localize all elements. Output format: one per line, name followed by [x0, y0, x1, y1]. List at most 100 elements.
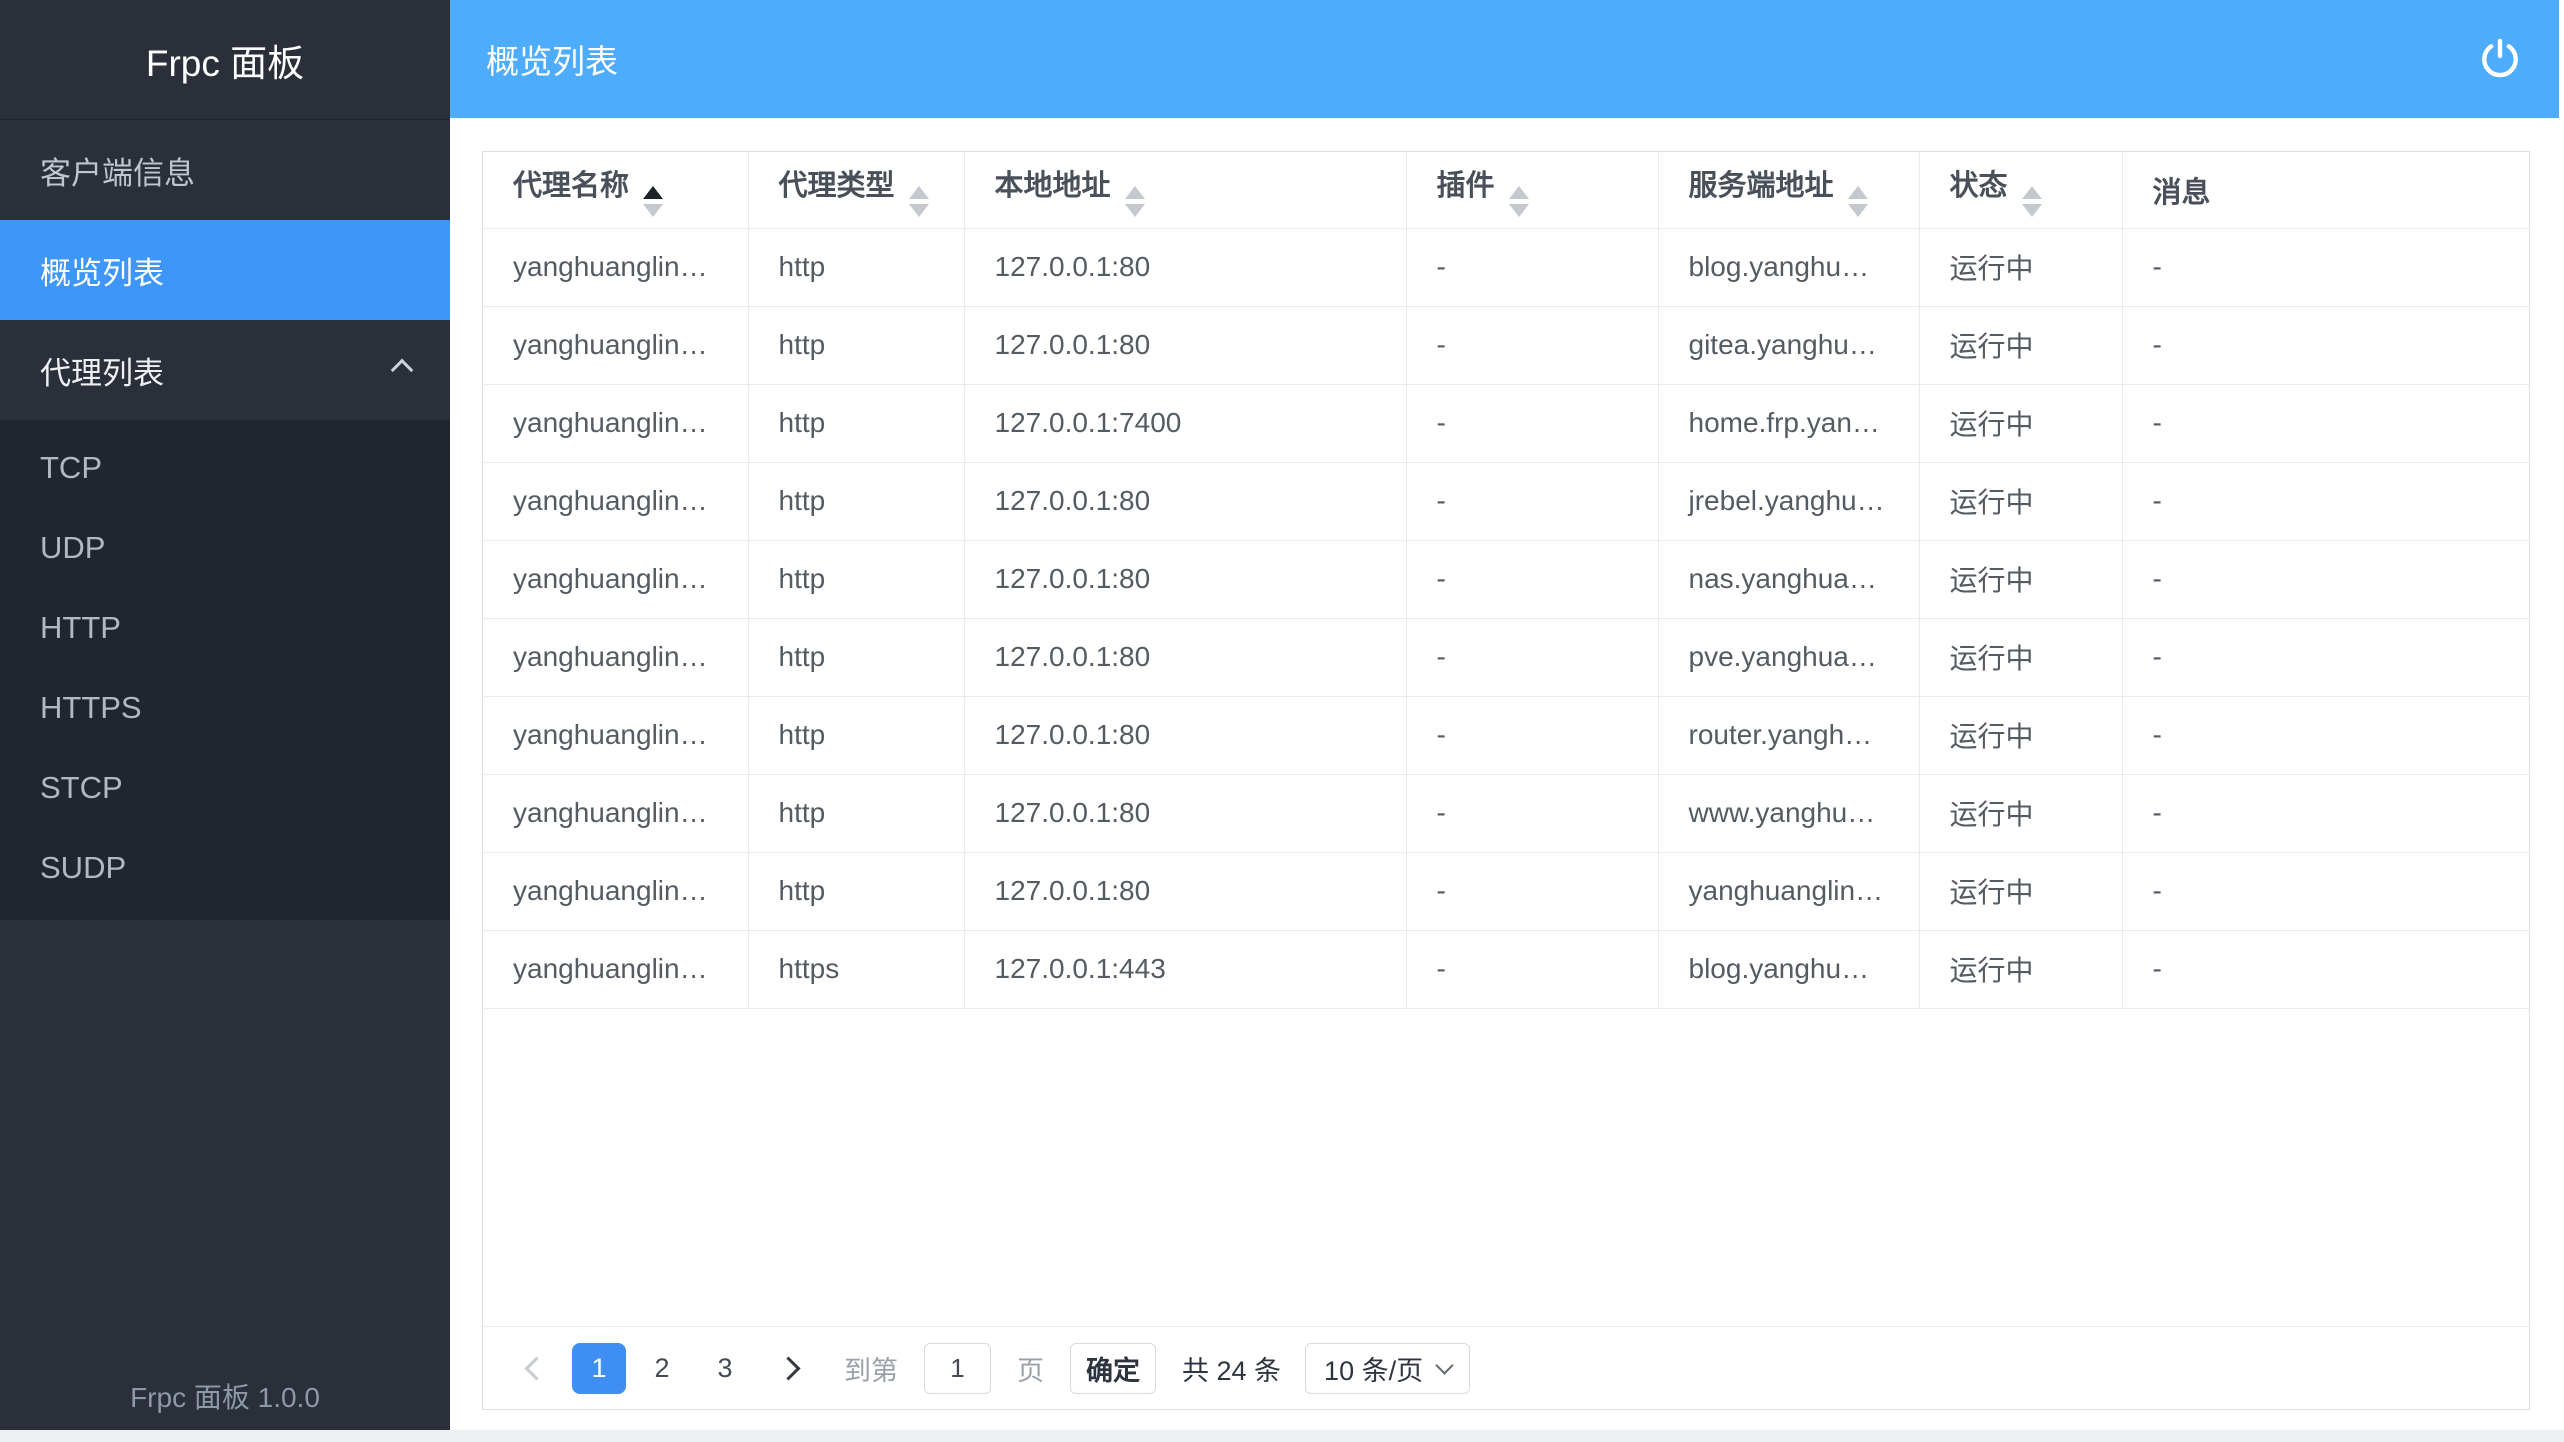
cell-proxy-type: https — [748, 930, 964, 1008]
cell-proxy-type: http — [748, 852, 964, 930]
prev-page-button[interactable] — [509, 1343, 563, 1394]
page-size-select[interactable]: 10 条/页 — [1305, 1343, 1470, 1394]
cell-local-address: 127.0.0.1:80 — [964, 618, 1406, 696]
sort-carets — [1848, 186, 1868, 217]
cell-server-address: www.yanghu… — [1658, 774, 1919, 852]
cell-local-address: 127.0.0.1:443 — [964, 930, 1406, 1008]
table-row: yanghuanglin…http127.0.0.1:80-blog.yangh… — [483, 228, 2529, 306]
cell-proxy-name: yanghuanglin… — [483, 462, 748, 540]
column-header-label: 代理名称 — [513, 170, 629, 202]
sort-caret-down-icon[interactable] — [1125, 204, 1145, 217]
cell-proxy-name: yanghuanglin… — [483, 228, 748, 306]
cell-proxy-name: yanghuanglin… — [483, 540, 748, 618]
sort-caret-down-icon[interactable] — [1509, 204, 1529, 217]
chevron-up-icon — [391, 359, 414, 382]
sort-caret-up-icon[interactable] — [909, 186, 929, 199]
page-button-1[interactable]: 1 — [572, 1343, 626, 1394]
cell-local-address: 127.0.0.1:80 — [964, 774, 1406, 852]
cell-server-address: jrebel.yanghu… — [1658, 462, 1919, 540]
cell-status: 运行中 — [1919, 618, 2122, 696]
sidebar-subitem-http[interactable]: HTTP — [0, 588, 450, 668]
column-header-label: 代理类型 — [779, 170, 895, 202]
cell-proxy-name: yanghuanglin… — [483, 306, 748, 384]
cell-plugin: - — [1406, 618, 1658, 696]
cell-local-address: 127.0.0.1:80 — [964, 852, 1406, 930]
power-icon[interactable] — [2477, 36, 2523, 82]
cell-message: - — [2122, 306, 2529, 384]
sort-carets — [909, 186, 929, 217]
cell-plugin: - — [1406, 384, 1658, 462]
cell-message: - — [2122, 696, 2529, 774]
goto-page-input[interactable] — [924, 1343, 991, 1394]
cell-plugin: - — [1406, 696, 1658, 774]
table-header-row: 代理名称代理类型本地地址插件服务端地址状态消息 — [483, 152, 2529, 228]
table-row: yanghuanglin…http127.0.0.1:80-yanghuangl… — [483, 852, 2529, 930]
sidebar-subitem-udp[interactable]: UDP — [0, 508, 450, 588]
sort-caret-down-icon[interactable] — [1848, 204, 1868, 217]
sidebar-subitem-stcp[interactable]: STCP — [0, 748, 450, 828]
sidebar-subitem-sudp[interactable]: SUDP — [0, 828, 450, 908]
page-number-list: 123 — [572, 1343, 761, 1394]
column-header-status[interactable]: 状态 — [1919, 152, 2122, 228]
cell-message: - — [2122, 540, 2529, 618]
page-button-3[interactable]: 3 — [698, 1343, 752, 1394]
topbar: 概览列表 — [450, 0, 2559, 118]
cell-proxy-type: http — [748, 696, 964, 774]
sidebar-subitem-https[interactable]: HTTPS — [0, 668, 450, 748]
page-size-value: 10 条/页 — [1324, 1349, 1423, 1388]
table-row: yanghuanglin…http127.0.0.1:80-jrebel.yan… — [483, 462, 2529, 540]
cell-server-address: pve.yanghua… — [1658, 618, 1919, 696]
cell-local-address: 127.0.0.1:80 — [964, 462, 1406, 540]
sort-caret-down-icon[interactable] — [643, 204, 663, 217]
page-button-2[interactable]: 2 — [635, 1343, 689, 1394]
table-row: yanghuanglin…http127.0.0.1:80-pve.yanghu… — [483, 618, 2529, 696]
cell-local-address: 127.0.0.1:7400 — [964, 384, 1406, 462]
horizontal-scrollbar-track[interactable] — [0, 1430, 2564, 1442]
cell-proxy-type: http — [748, 540, 964, 618]
cell-proxy-name: yanghuanglin… — [483, 930, 748, 1008]
pagination: 123 到第 页 确定 共 24 条 10 条/页 — [483, 1326, 2529, 1409]
goto-page-unit: 页 — [1017, 1349, 1044, 1388]
cell-message: - — [2122, 228, 2529, 306]
column-header-label: 插件 — [1437, 170, 1495, 202]
cell-local-address: 127.0.0.1:80 — [964, 696, 1406, 774]
goto-page-label: 到第 — [844, 1349, 898, 1388]
table-row: yanghuanglin…http127.0.0.1:80-gitea.yang… — [483, 306, 2529, 384]
confirm-button[interactable]: 确定 — [1070, 1343, 1156, 1394]
sidebar: Frpc 面板 客户端信息 概览列表 代理列表 TCPUDPHTTPHTTPSS… — [0, 0, 450, 1430]
cell-status: 运行中 — [1919, 930, 2122, 1008]
cell-message: - — [2122, 384, 2529, 462]
column-header-plugin[interactable]: 插件 — [1406, 152, 1658, 228]
column-header-proxy-name[interactable]: 代理名称 — [483, 152, 748, 228]
cell-status: 运行中 — [1919, 696, 2122, 774]
sidebar-item-overview[interactable]: 概览列表 — [0, 220, 450, 320]
cell-status: 运行中 — [1919, 462, 2122, 540]
cell-server-address: yanghuanglin… — [1658, 852, 1919, 930]
cell-plugin: - — [1406, 774, 1658, 852]
column-header-proxy-type[interactable]: 代理类型 — [748, 152, 964, 228]
total-count: 共 24 条 — [1182, 1349, 1281, 1388]
cell-message: - — [2122, 930, 2529, 1008]
chevron-left-icon — [524, 1356, 548, 1380]
app-version: Frpc 面板 1.0.0 — [0, 1376, 450, 1416]
cell-local-address: 127.0.0.1:80 — [964, 306, 1406, 384]
sort-caret-up-icon[interactable] — [2022, 186, 2042, 199]
sidebar-subitem-tcp[interactable]: TCP — [0, 428, 450, 508]
column-header-local-address[interactable]: 本地地址 — [964, 152, 1406, 228]
sort-caret-down-icon[interactable] — [909, 204, 929, 217]
sort-caret-up-icon[interactable] — [643, 186, 663, 199]
sort-carets — [2022, 186, 2042, 217]
cell-plugin: - — [1406, 930, 1658, 1008]
sidebar-item-proxy-list[interactable]: 代理列表 — [0, 320, 450, 420]
next-page-button[interactable] — [761, 1343, 815, 1394]
cell-message: - — [2122, 774, 2529, 852]
cell-proxy-type: http — [748, 306, 964, 384]
column-header-server-address[interactable]: 服务端地址 — [1658, 152, 1919, 228]
sort-caret-up-icon[interactable] — [1125, 186, 1145, 199]
sidebar-item-client-info[interactable]: 客户端信息 — [0, 120, 450, 220]
cell-status: 运行中 — [1919, 306, 2122, 384]
sort-caret-down-icon[interactable] — [2022, 204, 2042, 217]
sort-caret-up-icon[interactable] — [1509, 186, 1529, 199]
cell-plugin: - — [1406, 306, 1658, 384]
sort-caret-up-icon[interactable] — [1848, 186, 1868, 199]
